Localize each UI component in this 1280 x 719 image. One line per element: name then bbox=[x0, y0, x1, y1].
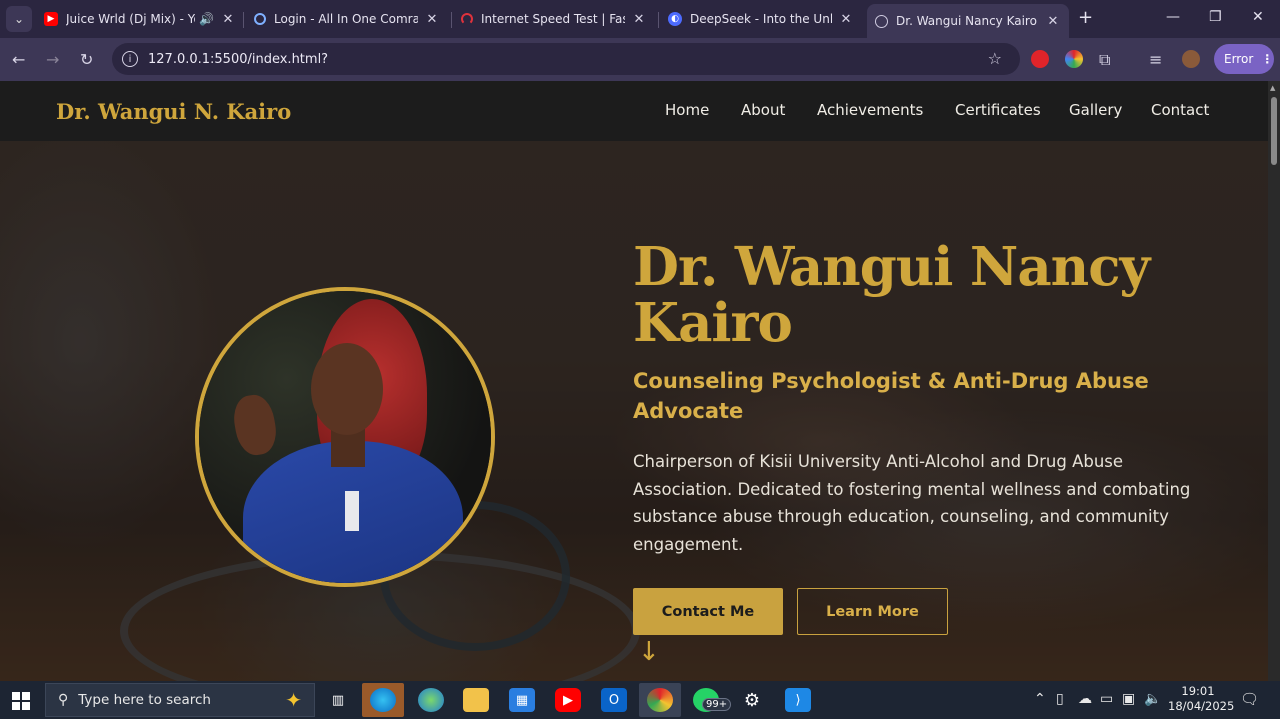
whatsapp-badge: 99+ bbox=[702, 698, 732, 711]
webpage: Dr. Wangui N. Kairo Home About Achieveme… bbox=[0, 81, 1268, 681]
tab-label: Login - All In One Comrade bbox=[274, 12, 418, 26]
nav-home[interactable]: Home bbox=[665, 101, 709, 119]
tab-label: Juice Wrld (Dj Mix) - You bbox=[66, 12, 196, 26]
forward-icon[interactable]: → bbox=[46, 50, 59, 69]
taskbar-search-box[interactable]: ⚲ Type here to search ✦ bbox=[45, 683, 315, 717]
back-icon[interactable]: ← bbox=[12, 50, 25, 69]
tab-login[interactable]: Login - All In One Comrade ✕ bbox=[254, 6, 440, 32]
profile-portrait bbox=[195, 287, 495, 587]
restore-icon[interactable]: ❐ bbox=[1209, 9, 1222, 25]
tray-meet-icon[interactable]: ▯ bbox=[1056, 691, 1064, 707]
browser-toolbar: ← → ↻ i 127.0.0.1:5500/index.html? ☆ ⧉ ≡… bbox=[0, 38, 1280, 81]
bookmark-star-icon[interactable]: ☆ bbox=[988, 49, 1002, 68]
edge-icon[interactable] bbox=[370, 688, 396, 712]
close-icon[interactable]: ✕ bbox=[838, 12, 854, 27]
network-icon[interactable]: ▣ bbox=[1122, 691, 1135, 707]
more-menu-icon[interactable]: ⋮ bbox=[1261, 52, 1273, 66]
nav-gallery[interactable]: Gallery bbox=[1069, 101, 1122, 119]
hero-subtitle: Counseling Psychologist & Anti-Drug Abus… bbox=[633, 369, 1149, 423]
windows-start-icon[interactable] bbox=[12, 692, 30, 710]
tab-divider bbox=[658, 12, 659, 28]
extension-adblock-icon[interactable] bbox=[1031, 50, 1049, 68]
site-navbar: Dr. Wangui N. Kairo Home About Achieveme… bbox=[0, 81, 1268, 141]
tab-fast[interactable]: Internet Speed Test | Fast.co ✕ bbox=[461, 6, 647, 32]
youtube-icon: ▶ bbox=[44, 12, 58, 26]
chrome-icon[interactable] bbox=[647, 688, 673, 712]
hero-description: Chairperson of Kisii University Anti-Alc… bbox=[633, 452, 1191, 554]
tab-search-icon[interactable]: ⌄ bbox=[6, 6, 32, 32]
close-icon[interactable]: ✕ bbox=[220, 12, 236, 27]
tab-youtube[interactable]: ▶ Juice Wrld (Dj Mix) - You 🔊 ✕ bbox=[44, 6, 236, 32]
file-explorer-icon[interactable] bbox=[463, 688, 489, 712]
vscode-icon[interactable]: ⟩ bbox=[785, 688, 811, 712]
nav-contact[interactable]: Contact bbox=[1151, 101, 1209, 119]
tab-divider bbox=[243, 12, 244, 28]
settings-gear-icon[interactable]: ⚙ bbox=[739, 688, 765, 712]
tab-label: Dr. Wangui Nancy Kairo | Co bbox=[896, 14, 1039, 28]
learn-more-button[interactable]: Learn More bbox=[797, 588, 948, 635]
search-placeholder: Type here to search bbox=[78, 692, 211, 708]
media-control-icon[interactable]: ≡ bbox=[1149, 50, 1162, 69]
minimize-icon[interactable]: — bbox=[1166, 9, 1180, 25]
new-tab-button[interactable]: + bbox=[1078, 7, 1093, 28]
close-window-icon[interactable]: ✕ bbox=[1252, 9, 1264, 25]
reload-icon[interactable]: ↻ bbox=[80, 50, 93, 69]
tab-active[interactable]: Dr. Wangui Nancy Kairo | Co ✕ bbox=[867, 4, 1069, 38]
contact-me-button[interactable]: Contact Me bbox=[633, 588, 783, 635]
scroll-down-arrow-icon[interactable]: ↓ bbox=[638, 637, 660, 667]
close-icon[interactable]: ✕ bbox=[1045, 14, 1061, 29]
outlook-icon[interactable]: O bbox=[601, 688, 627, 712]
tab-divider bbox=[451, 12, 452, 28]
battery-icon[interactable]: ▭ bbox=[1100, 691, 1113, 707]
volume-icon[interactable]: 🔈 bbox=[1144, 691, 1161, 707]
site-brand[interactable]: Dr. Wangui N. Kairo bbox=[56, 99, 291, 124]
profile-error-button[interactable]: Error ⋮ bbox=[1214, 44, 1274, 74]
onedrive-cloud-icon[interactable]: ☁ bbox=[1078, 691, 1092, 707]
scrollbar-thumb[interactable] bbox=[1271, 97, 1277, 165]
taskbar-clock[interactable]: 19:01 18/04/2025 bbox=[1168, 684, 1235, 714]
extension-color-icon[interactable] bbox=[1065, 50, 1083, 68]
task-view-icon[interactable]: ▥ bbox=[325, 688, 351, 712]
close-icon[interactable]: ✕ bbox=[631, 12, 647, 27]
tab-deepseek[interactable]: ◐ DeepSeek - Into the Unknow ✕ bbox=[668, 6, 854, 32]
tray-chevron-up-icon[interactable]: ⌃ bbox=[1034, 691, 1046, 707]
notification-center-icon[interactable]: 🗨 bbox=[1240, 690, 1259, 708]
profile-avatar[interactable] bbox=[1182, 50, 1200, 68]
youtube-app-icon[interactable]: ▶ bbox=[555, 688, 581, 712]
fast-icon bbox=[461, 13, 473, 25]
page-scrollbar[interactable]: ▲ bbox=[1268, 81, 1280, 681]
error-label: Error bbox=[1224, 52, 1254, 66]
site-info-icon[interactable]: i bbox=[122, 51, 138, 67]
globe-icon bbox=[875, 14, 888, 28]
clock-time: 19:01 bbox=[1181, 684, 1215, 698]
nav-certificates[interactable]: Certificates bbox=[955, 101, 1041, 119]
speaker-icon[interactable]: 🔊 bbox=[199, 12, 214, 26]
hero-title: Dr. Wangui Nancy Kairo bbox=[633, 236, 1150, 354]
edge-dev-icon[interactable] bbox=[418, 688, 444, 712]
browser-tab-strip: ⌄ ▶ Juice Wrld (Dj Mix) - You 🔊 ✕ Login … bbox=[0, 0, 1280, 38]
tab-label: DeepSeek - Into the Unknow bbox=[690, 12, 832, 26]
search-icon: ⚲ bbox=[58, 692, 69, 708]
clock-date: 18/04/2025 bbox=[1168, 699, 1235, 713]
address-bar[interactable]: i 127.0.0.1:5500/index.html? ☆ bbox=[112, 43, 1020, 75]
windows-taskbar: ⚲ Type here to search ✦ ▥ ▦ ▶ O 99+ ⚙ ⟩ … bbox=[0, 681, 1280, 719]
deepseek-icon: ◐ bbox=[668, 12, 682, 26]
close-icon[interactable]: ✕ bbox=[424, 12, 440, 27]
nav-about[interactable]: About bbox=[741, 101, 785, 119]
microsoft-store-icon[interactable]: ▦ bbox=[509, 688, 535, 712]
scroll-up-icon[interactable]: ▲ bbox=[1270, 84, 1275, 92]
loading-icon bbox=[254, 13, 266, 25]
nav-achievements[interactable]: Achievements bbox=[817, 101, 923, 119]
extensions-puzzle-icon[interactable]: ⧉ bbox=[1099, 50, 1110, 70]
url-text[interactable]: 127.0.0.1:5500/index.html? bbox=[148, 52, 328, 67]
tab-label: Internet Speed Test | Fast.co bbox=[481, 12, 625, 26]
sparkle-icon: ✦ bbox=[285, 688, 302, 712]
